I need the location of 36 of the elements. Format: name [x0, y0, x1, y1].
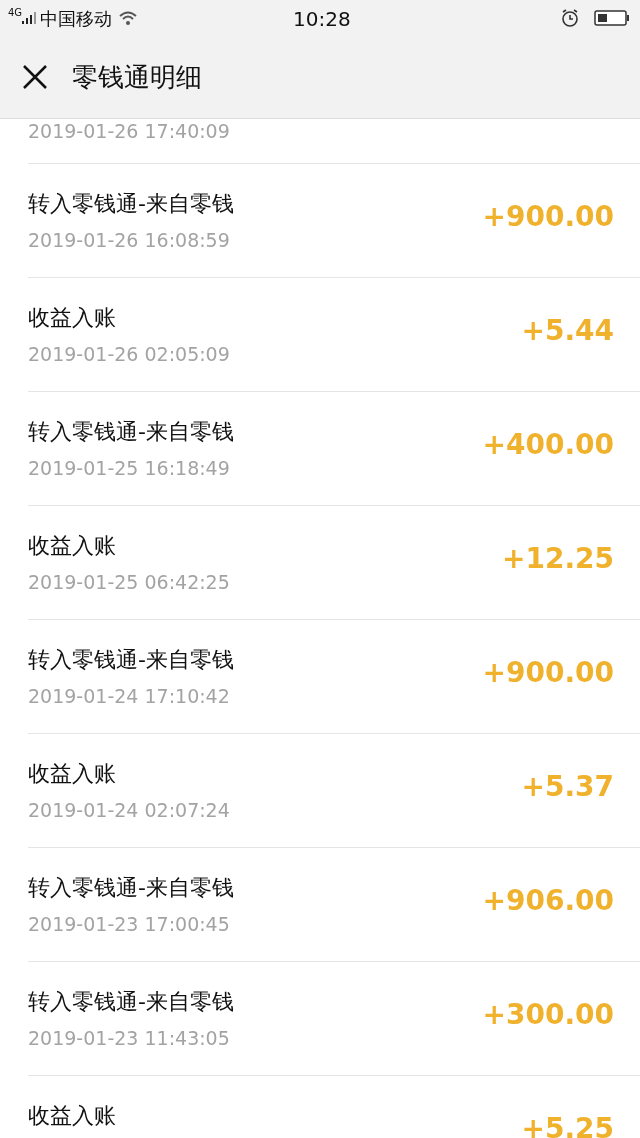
transaction-amount: +5.44 — [521, 313, 614, 349]
transaction-title: 转入零钱通-来自零钱 — [28, 874, 235, 902]
transaction-time: 2019-01-24 02:07:24 — [28, 798, 231, 823]
transaction-title: 转入零钱通-来自零钱 — [28, 190, 235, 218]
transaction-title: 收益入账 — [28, 760, 117, 788]
page-title: 零钱通明细 — [72, 60, 202, 94]
wifi-icon — [118, 10, 139, 26]
transaction-title: 收益入账 — [28, 304, 117, 332]
close-icon[interactable] — [22, 64, 48, 90]
transaction-amount: +12.25 — [501, 541, 614, 577]
transaction-time: 2019-01-23 11:43:05 — [28, 1026, 231, 1051]
transaction-time: 2019-01-26 02:05:09 — [28, 342, 231, 367]
transaction-time: 2019-01-26 17:40:09 — [28, 122, 230, 141]
clock-time: 10:28 — [293, 6, 351, 33]
transaction-amount: +5.25 — [521, 1111, 614, 1138]
transaction-title: 转入零钱通-来自零钱 — [28, 418, 235, 446]
transaction-time: 2019-01-23 17:00:45 — [28, 912, 231, 937]
network-label: 4G — [8, 8, 23, 18]
carrier-label: 中国移动 — [40, 6, 113, 31]
transaction-amount: +900.00 — [482, 199, 614, 235]
transaction-time: 2019-01-26 16:08:59 — [28, 228, 231, 253]
transaction-title: 转入零钱通-来自零钱 — [28, 646, 235, 674]
transaction-title: 转入零钱通-来自零钱 — [28, 988, 235, 1016]
signal-icon — [22, 11, 37, 25]
transaction-time: 2019-01-24 17:10:42 — [28, 684, 231, 709]
transaction-time: 2019-01-25 16:18:49 — [28, 456, 231, 481]
transaction-amount: +5.37 — [521, 769, 614, 805]
transaction-amount: +300.00 — [482, 997, 614, 1033]
alarm-icon — [560, 8, 580, 28]
transaction-time: 2019-01-25 06:42:25 — [28, 570, 231, 595]
transaction-title: 收益入账 — [28, 1102, 117, 1130]
transaction-title: 收益入账 — [28, 532, 117, 560]
transaction-amount: +900.00 — [482, 655, 614, 691]
transaction-amount: +400.00 — [482, 427, 614, 463]
battery-icon — [594, 9, 630, 27]
transaction-amount: +906.00 — [482, 883, 614, 919]
